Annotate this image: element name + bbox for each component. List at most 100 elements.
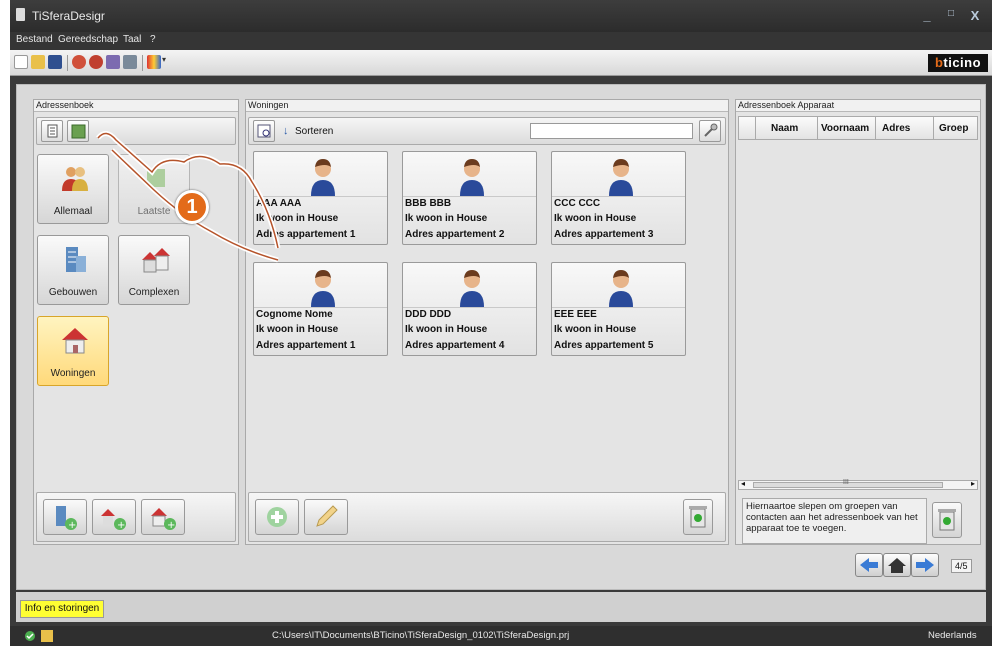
sort-button[interactable]: Sorteren bbox=[295, 126, 333, 137]
house-icon bbox=[62, 328, 88, 354]
contact-address: Adres appartement 1 bbox=[256, 340, 356, 351]
contact-address: Adres appartement 1 bbox=[256, 229, 356, 240]
user-avatar-icon bbox=[460, 159, 484, 196]
list-view-button[interactable] bbox=[41, 120, 63, 142]
column-divider bbox=[933, 117, 934, 139]
trash-icon bbox=[938, 509, 956, 531]
scroll-right-icon[interactable]: ▸ bbox=[971, 479, 975, 488]
scroll-left-icon[interactable]: ◂ bbox=[741, 479, 745, 488]
contact-card[interactable]: AAA AAA Ik woon in House Adres appartement… bbox=[253, 151, 388, 245]
new-file-icon[interactable] bbox=[14, 55, 28, 69]
add-house-button[interactable]: + bbox=[141, 499, 185, 535]
add-building-icon: + bbox=[56, 506, 77, 531]
avatar bbox=[308, 267, 338, 307]
menu-bestand[interactable]: Bestand bbox=[16, 34, 53, 45]
page-indicator: 4/5 bbox=[951, 559, 972, 573]
minimize-button[interactable]: _ bbox=[918, 8, 936, 23]
address-book-panel: Adressenboek Allemaal Laatste Gebouwen C… bbox=[33, 99, 239, 545]
contact-address: Adres appartement 4 bbox=[405, 340, 505, 351]
device-delete-button[interactable] bbox=[932, 502, 962, 538]
add-complex-button[interactable]: + bbox=[92, 499, 136, 535]
workspace: Adressenboek Allemaal Laatste Gebouwen C… bbox=[16, 84, 986, 590]
contact-name: BBB BBB bbox=[405, 198, 452, 209]
maximize-button[interactable]: □ bbox=[942, 8, 960, 19]
pencil-icon bbox=[316, 505, 338, 527]
horizontal-scrollbar[interactable]: ◂ III ▸ bbox=[738, 479, 978, 490]
next-button[interactable] bbox=[911, 553, 939, 577]
add-button[interactable] bbox=[255, 499, 299, 535]
panel-title: Adressenboek bbox=[34, 100, 238, 112]
search-input[interactable] bbox=[530, 123, 693, 139]
home-button[interactable] bbox=[883, 553, 911, 577]
contact-card[interactable]: Cognome Nome Ik woon in House Adres appart… bbox=[253, 262, 388, 356]
left-action-bar: + + + bbox=[36, 492, 236, 542]
column-naam[interactable]: Naam bbox=[771, 123, 798, 134]
view-mode-button[interactable] bbox=[253, 120, 275, 142]
open-folder-icon[interactable] bbox=[31, 55, 45, 69]
language-indicator[interactable]: Nederlands bbox=[928, 630, 977, 641]
upload-icon[interactable] bbox=[72, 55, 86, 69]
category-gebouwen[interactable]: Gebouwen bbox=[37, 235, 109, 305]
menu-taal[interactable]: Taal bbox=[123, 34, 141, 45]
woningen-panel: Woningen ↓ Sorteren AAA AAA Ik woon in Ho… bbox=[245, 99, 729, 545]
dropdown-arrow-icon[interactable]: ▾ bbox=[162, 55, 170, 69]
menu-bar: Bestand Gereedschap Taal ? bbox=[10, 32, 992, 50]
recent-icon bbox=[147, 169, 165, 187]
info-storingen-button[interactable]: Info en storingen bbox=[20, 600, 104, 618]
settings-icon[interactable] bbox=[123, 55, 137, 69]
category-label: Gebouwen bbox=[48, 287, 98, 298]
card-divider bbox=[552, 307, 685, 308]
contact-address: Adres appartement 2 bbox=[405, 229, 505, 240]
menu-gereedschap[interactable]: Gereedschap bbox=[58, 34, 118, 45]
back-button[interactable] bbox=[855, 553, 883, 577]
contact-location: Ik woon in House bbox=[256, 213, 339, 224]
card-divider bbox=[254, 196, 387, 197]
user-avatar-icon bbox=[609, 270, 633, 307]
download-icon[interactable] bbox=[89, 55, 103, 69]
search-icon bbox=[704, 123, 718, 137]
card-divider bbox=[254, 307, 387, 308]
contact-card[interactable]: DDD DDD Ik woon in House Adres appartement… bbox=[402, 262, 537, 356]
search-button[interactable] bbox=[699, 120, 721, 142]
status-bar: C:\Users\IT\Documents\BTicino\TiSferaDes… bbox=[10, 626, 992, 646]
avatar bbox=[457, 156, 487, 196]
card-divider bbox=[552, 196, 685, 197]
contact-name: CCC CCC bbox=[554, 198, 601, 209]
contact-location: Ik woon in House bbox=[554, 324, 637, 335]
column-voornaam[interactable]: Voornaam bbox=[821, 123, 869, 134]
arrow-right-icon bbox=[916, 558, 934, 572]
card-view-button[interactable] bbox=[67, 120, 89, 142]
panel-title: Woningen bbox=[246, 100, 728, 112]
delete-button[interactable] bbox=[683, 499, 713, 535]
avatar bbox=[457, 267, 487, 307]
category-woningen[interactable]: Woningen bbox=[37, 316, 109, 386]
category-complexen[interactable]: Complexen bbox=[118, 235, 190, 305]
category-label: Allemaal bbox=[53, 206, 93, 217]
arrow-left-icon bbox=[860, 558, 878, 572]
category-label: Woningen bbox=[50, 368, 96, 379]
category-allemaal[interactable]: Allemaal bbox=[37, 154, 109, 224]
avatar bbox=[606, 267, 636, 307]
view-toggle-bar bbox=[36, 117, 236, 145]
toolbar-separator bbox=[142, 55, 143, 71]
contact-card[interactable]: BBB BBB Ik woon in House Adres appartement… bbox=[402, 151, 537, 245]
status-ok-icon bbox=[25, 631, 35, 641]
card-divider bbox=[403, 307, 536, 308]
edit-button[interactable] bbox=[304, 499, 348, 535]
menu-help[interactable]: ? bbox=[150, 34, 156, 45]
contact-card[interactable]: CCC CCC Ik woon in House Adres appartement… bbox=[551, 151, 686, 245]
add-building-button[interactable]: + bbox=[43, 499, 87, 535]
language-icon[interactable] bbox=[147, 55, 161, 69]
column-groep[interactable]: Groep bbox=[939, 123, 968, 134]
trash-icon bbox=[689, 506, 707, 528]
info-area: Info en storingen bbox=[16, 592, 986, 622]
close-button[interactable]: X bbox=[966, 8, 984, 23]
add-house-icon: + bbox=[151, 508, 176, 531]
sort-search-bar: ↓ Sorteren bbox=[248, 117, 726, 145]
middle-action-bar bbox=[248, 492, 726, 542]
column-adres[interactable]: Adres bbox=[882, 123, 910, 134]
device-icon[interactable] bbox=[106, 55, 120, 69]
contact-card[interactable]: EEE EEE Ik woon in House Adres appartement… bbox=[551, 262, 686, 356]
save-icon[interactable] bbox=[48, 55, 62, 69]
category-label: Complexen bbox=[128, 287, 180, 298]
